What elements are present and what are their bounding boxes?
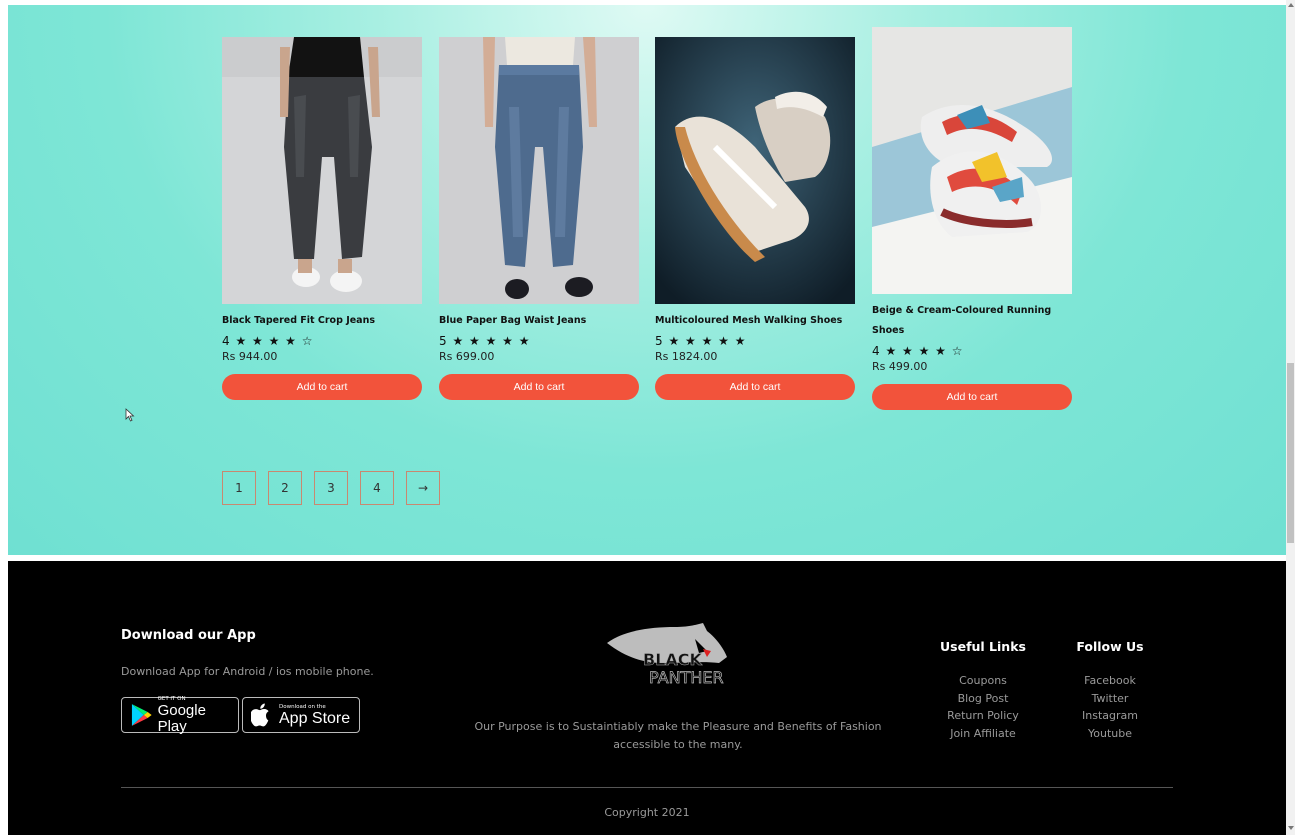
product-card: Multicoloured Mesh Walking Shoes 5 ★ ★ ★… bbox=[655, 37, 855, 400]
mouse-cursor-icon bbox=[125, 408, 135, 422]
product-image[interactable] bbox=[439, 37, 639, 304]
product-card: Blue Paper Bag Waist Jeans 5 ★ ★ ★ ★ ★ R… bbox=[439, 37, 639, 400]
product-price: Rs 699.00 bbox=[439, 350, 495, 363]
product-price: Rs 944.00 bbox=[222, 350, 278, 363]
footer-link-return-policy[interactable]: Return Policy bbox=[933, 707, 1033, 725]
apple-icon bbox=[251, 703, 269, 727]
page-3-button[interactable]: 3 bbox=[314, 471, 348, 505]
download-app-description: Download App for Android / ios mobile ph… bbox=[121, 665, 374, 678]
app-store-big-text: App Store bbox=[279, 709, 351, 727]
footer: Download our App Download App for Androi… bbox=[8, 561, 1286, 835]
page-2-button[interactable]: 2 bbox=[268, 471, 302, 505]
google-play-button[interactable]: GET IT ON Google Play bbox=[121, 696, 239, 735]
logo-text-black: BLACK bbox=[643, 650, 703, 669]
product-price: Rs 1824.00 bbox=[655, 350, 718, 363]
useful-links-column: Useful Links Coupons Blog Post Return Po… bbox=[933, 639, 1033, 742]
footer-link-blog-post[interactable]: Blog Post bbox=[933, 690, 1033, 708]
product-title[interactable]: Beige & Cream-Coloured Running Shoes bbox=[872, 301, 1072, 341]
add-to-cart-button[interactable]: Add to cart bbox=[439, 374, 639, 400]
google-play-icon bbox=[131, 704, 152, 726]
page-4-button[interactable]: 4 bbox=[360, 471, 394, 505]
useful-links-title: Useful Links bbox=[940, 639, 1026, 654]
product-price: Rs 499.00 bbox=[872, 360, 928, 373]
product-image[interactable] bbox=[872, 27, 1072, 294]
product-rating: 4 ★ ★ ★ ★ ☆ bbox=[222, 334, 314, 348]
social-link-twitter[interactable]: Twitter bbox=[1066, 690, 1154, 708]
product-image[interactable] bbox=[655, 37, 855, 304]
product-rating: 5 ★ ★ ★ ★ ★ bbox=[655, 334, 747, 348]
purpose-text: Our Purpose is to Sustaintiably make the… bbox=[474, 720, 882, 751]
social-link-facebook[interactable]: Facebook bbox=[1066, 672, 1154, 690]
product-rating: 5 ★ ★ ★ ★ ★ bbox=[439, 334, 531, 348]
black-panther-logo[interactable]: BLACK PANTHER bbox=[603, 621, 753, 691]
footer-link-join-affiliate[interactable]: Join Affiliate bbox=[933, 725, 1033, 743]
product-rating: 4 ★ ★ ★ ★ ☆ bbox=[872, 344, 964, 358]
social-link-youtube[interactable]: Youtube bbox=[1066, 725, 1154, 743]
scroll-down-arrow-icon[interactable] bbox=[1288, 826, 1294, 830]
follow-us-column: Follow Us Facebook Twitter Instagram You… bbox=[1066, 639, 1154, 742]
products-section: Black Tapered Fit Crop Jeans 4 ★ ★ ★ ★ ☆… bbox=[8, 5, 1286, 555]
social-link-instagram[interactable]: Instagram bbox=[1066, 707, 1154, 725]
product-title[interactable]: Blue Paper Bag Waist Jeans bbox=[439, 311, 639, 331]
download-app-title: Download our App bbox=[121, 628, 256, 643]
add-to-cart-button[interactable]: Add to cart bbox=[872, 384, 1072, 410]
product-card: Beige & Cream-Coloured Running Shoes 4 ★… bbox=[872, 27, 1072, 410]
footer-link-coupons[interactable]: Coupons bbox=[933, 672, 1033, 690]
scrollbar-thumb[interactable] bbox=[1287, 363, 1294, 543]
page-1-button[interactable]: 1 bbox=[222, 471, 256, 505]
product-image[interactable] bbox=[222, 37, 422, 304]
footer-divider bbox=[121, 787, 1173, 788]
product-card: Black Tapered Fit Crop Jeans 4 ★ ★ ★ ★ ☆… bbox=[222, 37, 422, 400]
pagination: 1 2 3 4 → bbox=[222, 471, 440, 505]
add-to-cart-button[interactable]: Add to cart bbox=[655, 374, 855, 400]
app-store-button[interactable]: Download on the App Store bbox=[242, 697, 360, 733]
scroll-up-arrow-icon[interactable] bbox=[1288, 3, 1294, 7]
logo-text-panther: PANTHER bbox=[649, 668, 724, 687]
follow-us-title: Follow Us bbox=[1076, 639, 1144, 654]
copyright-text: Copyright 2021 bbox=[604, 806, 690, 819]
product-title[interactable]: Black Tapered Fit Crop Jeans bbox=[222, 311, 422, 331]
product-title[interactable]: Multicoloured Mesh Walking Shoes bbox=[655, 311, 855, 331]
vertical-scrollbar[interactable] bbox=[1286, 0, 1295, 835]
add-to-cart-button[interactable]: Add to cart bbox=[222, 374, 422, 400]
google-play-big-text: Google Play bbox=[157, 701, 206, 735]
next-page-button[interactable]: → bbox=[406, 471, 440, 505]
